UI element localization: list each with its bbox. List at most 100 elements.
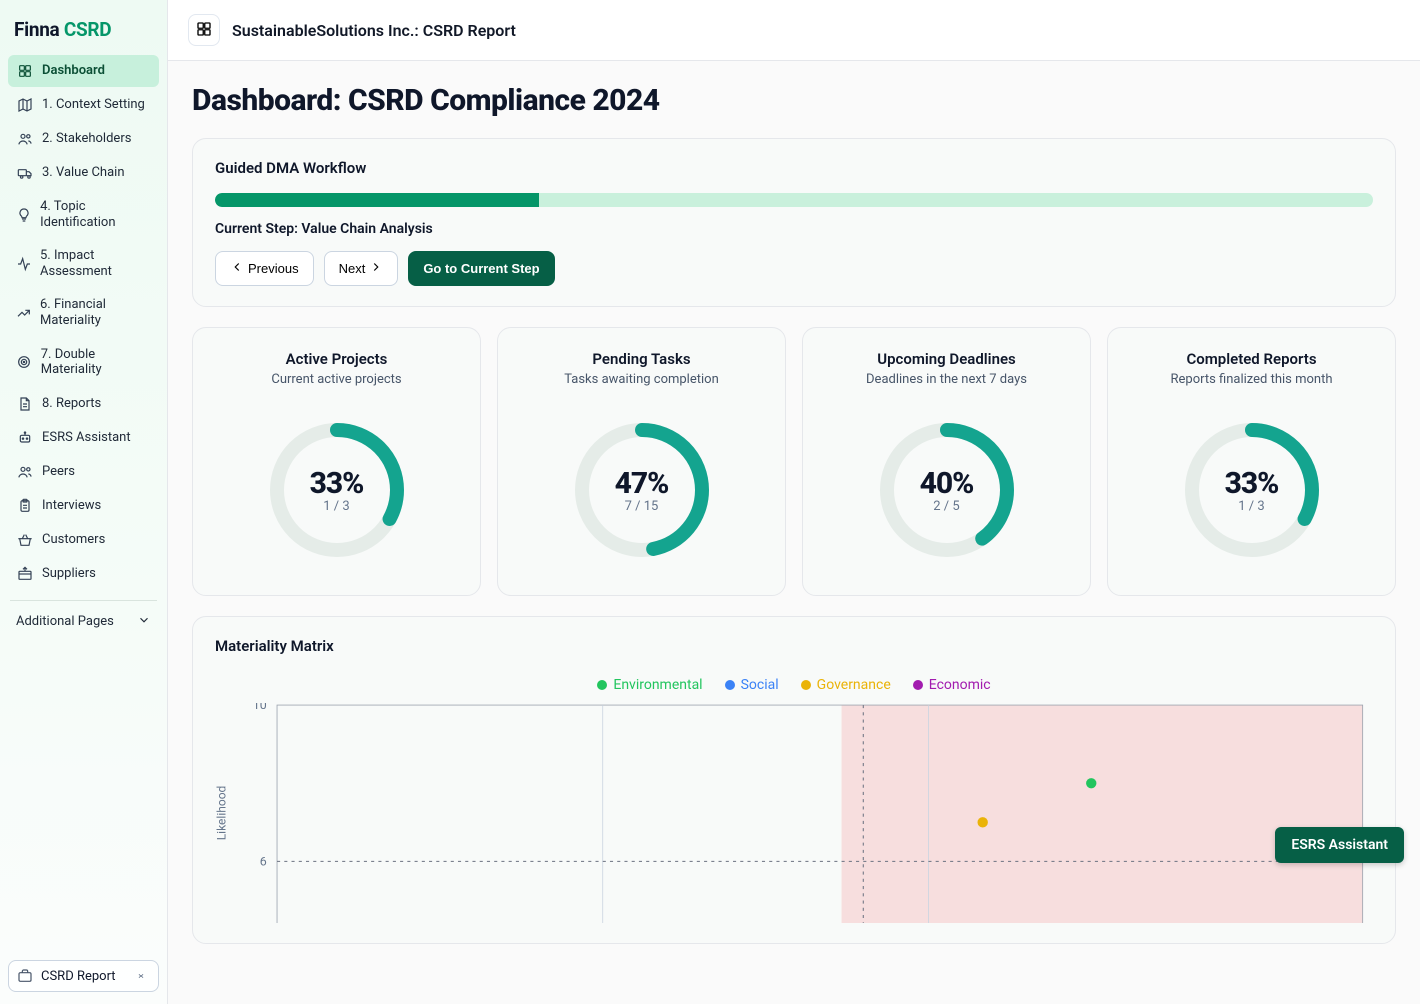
sidebar-item-label: Dashboard — [42, 63, 105, 79]
sidebar-item-interviews[interactable]: Interviews — [8, 490, 159, 522]
legend-dot-icon — [801, 680, 811, 690]
gauge-fraction: 1 / 3 — [1238, 499, 1264, 514]
progress-gauge: 33%1 / 3 — [1177, 415, 1327, 565]
truck-icon — [16, 165, 34, 181]
sidebar-item-label: Peers — [42, 464, 75, 480]
goto-step-button[interactable]: Go to Current Step — [408, 251, 554, 286]
sidebar-item-6-financial-materiality[interactable]: 6. Financial Materiality — [8, 289, 159, 336]
workflow-progress-fill — [215, 193, 539, 207]
gauge-fraction: 7 / 15 — [625, 499, 659, 514]
project-switcher[interactable]: CSRD Report — [8, 960, 159, 992]
grid-icon — [195, 20, 213, 41]
next-button-label: Next — [339, 261, 366, 276]
sidebar-item-label: 4. Topic Identification — [40, 199, 151, 230]
brand-accent: CSRD — [64, 18, 111, 41]
users-icon — [16, 464, 34, 480]
materiality-svg: 6 10 — [215, 703, 1373, 923]
stat-card: Pending Tasks Tasks awaiting completion 47… — [497, 327, 786, 596]
stat-title: Pending Tasks — [514, 350, 769, 368]
gauge-fraction: 1 / 3 — [323, 499, 349, 514]
sidebar-item-8-reports[interactable]: 8. Reports — [8, 388, 159, 420]
chevron-down-icon — [137, 613, 151, 631]
legend-item-social[interactable]: Social — [725, 677, 779, 693]
briefcase-icon — [17, 968, 33, 984]
sidebar-item-suppliers[interactable]: Suppliers — [8, 558, 159, 590]
sidebar-item-1-context-setting[interactable]: 1. Context Setting — [8, 89, 159, 121]
sidebar-item-label: 6. Financial Materiality — [40, 297, 151, 328]
esrs-assistant-fab[interactable]: ESRS Assistant — [1275, 827, 1404, 863]
progress-gauge: 33%1 / 3 — [262, 415, 412, 565]
stat-title: Active Projects — [209, 350, 464, 368]
sidebar-item-peers[interactable]: Peers — [8, 456, 159, 488]
dashboard-icon — [16, 63, 34, 79]
previous-button[interactable]: Previous — [215, 251, 314, 286]
sidebar-section-additional[interactable]: Additional Pages — [8, 607, 159, 637]
sidebar-item-3-value-chain[interactable]: 3. Value Chain — [8, 157, 159, 189]
sidebar-item-label: Customers — [42, 532, 105, 548]
legend-label: Environmental — [613, 677, 702, 693]
sidebar: Finna CSRD Dashboard 1. Context Setting 2.… — [0, 0, 168, 1004]
basket-icon — [16, 532, 34, 548]
workflow-current-step: Current Step: Value Chain Analysis — [215, 221, 1373, 237]
legend-label: Social — [741, 677, 779, 693]
topbar-title: SustainableSolutions Inc.: CSRD Report — [232, 21, 516, 40]
sidebar-item-label: 7. Double Materiality — [41, 347, 151, 378]
gauge-percent: 33% — [1225, 466, 1279, 501]
stat-subtitle: Tasks awaiting completion — [514, 372, 769, 387]
next-button[interactable]: Next — [324, 251, 399, 286]
chevron-right-icon — [369, 260, 383, 277]
sidebar-item-4-topic-identification[interactable]: 4. Topic Identification — [8, 191, 159, 238]
esrs-assistant-label: ESRS Assistant — [1291, 837, 1388, 853]
trending-icon — [16, 305, 32, 321]
progress-gauge: 47%7 / 15 — [567, 415, 717, 565]
file-text-icon — [16, 396, 34, 412]
nav-list: Dashboard 1. Context Setting 2. Stakeholde… — [8, 55, 159, 590]
svg-text:6: 6 — [260, 855, 267, 870]
legend-item-economic[interactable]: Economic — [913, 677, 991, 693]
sidebar-item-dashboard[interactable]: Dashboard — [8, 55, 159, 87]
stat-card: Active Projects Current active projects 33… — [192, 327, 481, 596]
stats-grid: Active Projects Current active projects 33… — [192, 327, 1396, 596]
progress-gauge: 40%2 / 5 — [872, 415, 1022, 565]
sidebar-item-esrs-assistant[interactable]: ESRS Assistant — [8, 422, 159, 454]
sidebar-item-label: 3. Value Chain — [42, 165, 125, 181]
app-grid-button[interactable] — [188, 14, 220, 46]
sidebar-item-2-stakeholders[interactable]: 2. Stakeholders — [8, 123, 159, 155]
sidebar-item-label: Suppliers — [42, 566, 96, 582]
legend-label: Governance — [817, 677, 891, 693]
brand: Finna CSRD — [8, 10, 159, 55]
gauge-percent: 47% — [615, 466, 669, 501]
users-icon — [16, 131, 34, 147]
lightbulb-icon — [16, 207, 32, 223]
brand-name: Finna — [14, 18, 59, 41]
legend-dot-icon — [913, 680, 923, 690]
workflow-step-prefix: Current Step: — [215, 221, 301, 237]
legend-item-environmental[interactable]: Environmental — [597, 677, 702, 693]
sidebar-item-label: 2. Stakeholders — [42, 131, 131, 147]
sidebar-item-label: 5. Impact Assessment — [40, 248, 151, 279]
y-axis-label: Likelihood — [215, 786, 229, 841]
select-chevrons-icon — [136, 968, 150, 984]
legend-dot-icon — [725, 680, 735, 690]
sidebar-item-label: 1. Context Setting — [42, 97, 145, 113]
svg-text:10: 10 — [253, 703, 267, 713]
stat-subtitle: Deadlines in the next 7 days — [819, 372, 1074, 387]
stat-card: Completed Reports Reports finalized this … — [1107, 327, 1396, 596]
stat-title: Completed Reports — [1124, 350, 1379, 368]
legend-label: Economic — [929, 677, 991, 693]
sidebar-item-customers[interactable]: Customers — [8, 524, 159, 556]
materiality-panel: Materiality Matrix Environmental Social … — [192, 616, 1396, 944]
legend-item-governance[interactable]: Governance — [801, 677, 891, 693]
sidebar-item-7-double-materiality[interactable]: 7. Double Materiality — [8, 339, 159, 386]
stat-subtitle: Reports finalized this month — [1124, 372, 1379, 387]
sidebar-item-5-impact-assessment[interactable]: 5. Impact Assessment — [8, 240, 159, 287]
workflow-panel: Guided DMA Workflow Current Step: Value … — [192, 138, 1396, 307]
sidebar-item-label: Interviews — [42, 498, 101, 514]
bot-icon — [16, 430, 34, 446]
sidebar-item-label: 8. Reports — [42, 396, 101, 412]
target-icon — [16, 354, 33, 370]
map-icon — [16, 97, 34, 113]
legend-dot-icon — [597, 680, 607, 690]
stat-subtitle: Current active projects — [209, 372, 464, 387]
goto-step-label: Go to Current Step — [423, 261, 539, 276]
